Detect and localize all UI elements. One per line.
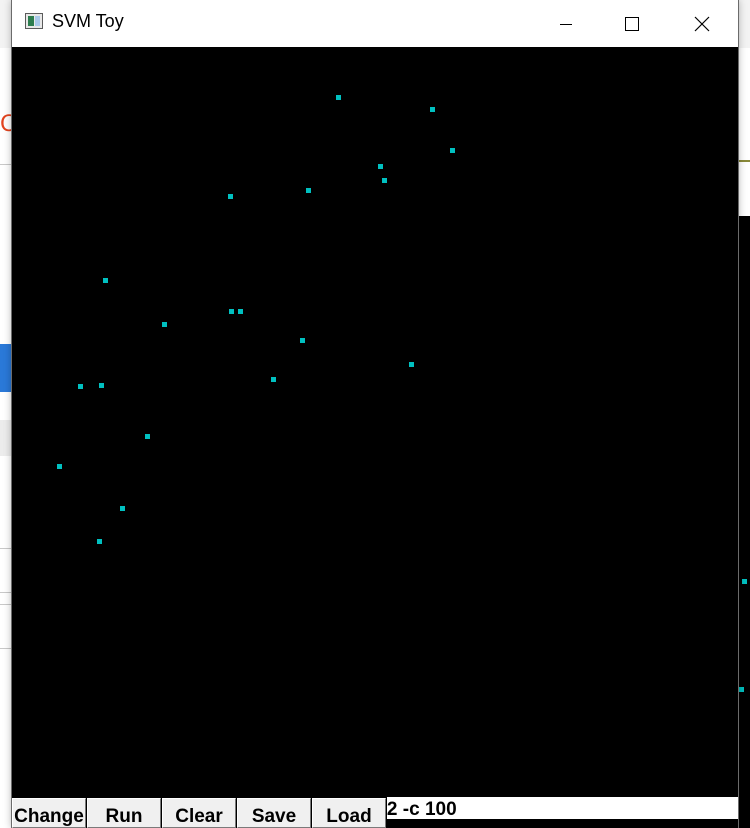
minimize-button[interactable] (532, 0, 600, 47)
data-point (120, 506, 125, 511)
data-point (57, 464, 62, 469)
background-panel-fragment (0, 420, 12, 456)
run-button[interactable]: Run (87, 798, 161, 828)
background-divider (0, 604, 12, 605)
maximize-icon (625, 16, 639, 31)
load-button[interactable]: Load (312, 798, 386, 828)
close-icon (694, 16, 710, 31)
svm-toy-window: SVM Toy Change Run Clear Save Load -t 2 … (11, 0, 739, 828)
minimize-icon (560, 23, 572, 25)
data-point (300, 338, 305, 343)
data-point (78, 384, 83, 389)
save-button[interactable]: Save (237, 798, 311, 828)
data-point (145, 434, 150, 439)
app-icon (25, 13, 43, 29)
title-bar[interactable]: SVM Toy (12, 0, 738, 47)
data-point (103, 278, 108, 283)
background-divider (0, 548, 12, 549)
data-point (378, 164, 383, 169)
background-right-canvas (738, 216, 750, 828)
data-points (57, 95, 455, 544)
data-point (162, 322, 167, 327)
data-point (228, 194, 233, 199)
close-button[interactable] (668, 0, 736, 47)
background-right-panel (738, 48, 750, 216)
background-divider (0, 164, 12, 165)
data-point (238, 309, 243, 314)
data-point (97, 539, 102, 544)
data-point (99, 383, 104, 388)
background-divider (0, 592, 12, 593)
data-point (306, 188, 311, 193)
background-divider (0, 648, 12, 649)
maximize-button[interactable] (598, 0, 666, 47)
background-right-accent (738, 160, 750, 162)
background-button-fragment (0, 344, 12, 392)
data-point (409, 362, 414, 367)
parameters-input[interactable]: -t 2 -c 100 (387, 797, 738, 819)
data-point (336, 95, 341, 100)
data-point (271, 377, 276, 382)
data-point (382, 178, 387, 183)
data-point (229, 309, 234, 314)
data-point (430, 107, 435, 112)
change-button[interactable]: Change (12, 798, 86, 828)
data-point (450, 148, 455, 153)
clear-button[interactable]: Clear (162, 798, 236, 828)
drawing-canvas[interactable] (12, 47, 738, 797)
window-title: SVM Toy (52, 11, 124, 31)
toolbar: Change Run Clear Save Load -t 2 -c 100 (12, 797, 738, 828)
